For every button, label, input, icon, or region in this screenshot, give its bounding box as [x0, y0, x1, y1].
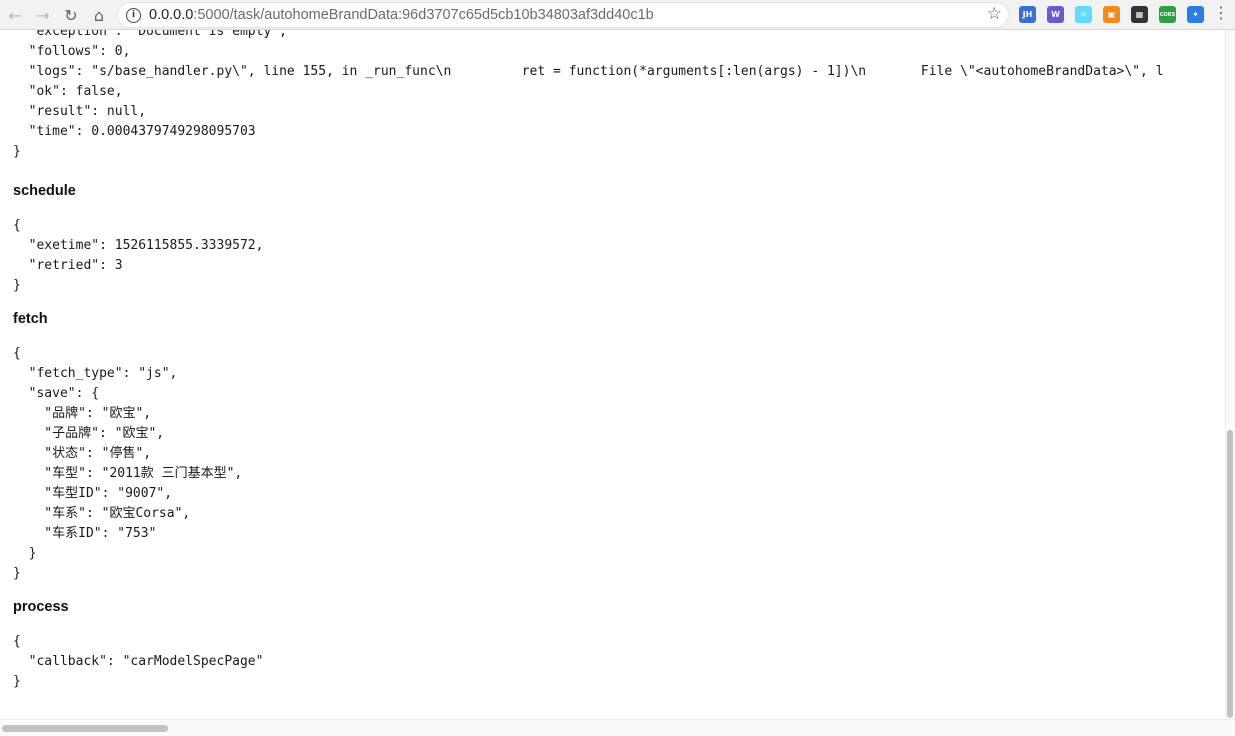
fetch-json-block: { "fetch_type": "js", "save": { "品牌": "欧…: [13, 346, 243, 581]
blue-extension-icon[interactable]: ✦: [1187, 6, 1204, 23]
bookmark-star-icon[interactable]: ☆: [987, 4, 1002, 24]
reload-icon[interactable]: ↻: [60, 4, 82, 26]
cors-extension-icon[interactable]: CORS: [1159, 6, 1176, 23]
section-title-process: process: [13, 599, 69, 615]
forward-arrow-icon[interactable]: →: [32, 4, 54, 26]
kebab-menu-icon[interactable]: ⋮: [1213, 3, 1229, 22]
process-json-block: { "callback": "carModelSpecPage" }: [13, 634, 264, 689]
section-title-fetch: fetch: [13, 311, 48, 327]
jh-extension-icon[interactable]: JH: [1019, 6, 1036, 23]
horizontal-scrollbar-thumb[interactable]: [2, 725, 168, 732]
home-icon[interactable]: ⌂: [88, 4, 110, 26]
url-text: 0.0.0.0:5000/task/autohomeBrandData:96d3…: [149, 7, 654, 23]
result-json-block: "exception": "Document is empty", "follo…: [13, 30, 1164, 159]
react-devtools-icon[interactable]: ⚛: [1075, 6, 1092, 23]
orange-extension-icon[interactable]: ▣: [1103, 6, 1120, 23]
schedule-json-block: { "exetime": 1526115855.3339572, "retrie…: [13, 218, 264, 293]
info-icon[interactable]: i: [126, 7, 141, 23]
section-title-schedule: schedule: [13, 183, 76, 199]
vertical-scrollbar-thumb[interactable]: [1227, 430, 1233, 718]
horizontal-scrollbar[interactable]: [0, 719, 1235, 736]
web-extension-icon[interactable]: W: [1047, 6, 1064, 23]
task-detail-page: "exception": "Document is empty", "follo…: [0, 30, 1226, 720]
browser-toolbar: ← → ↻ ⌂ i 0.0.0.0:5000/task/autohomeBran…: [0, 0, 1235, 30]
back-arrow-icon[interactable]: ←: [4, 4, 26, 26]
qr-code-icon[interactable]: ▦: [1131, 6, 1148, 23]
address-bar[interactable]: i 0.0.0.0:5000/task/autohomeBrandData:96…: [118, 3, 1008, 27]
